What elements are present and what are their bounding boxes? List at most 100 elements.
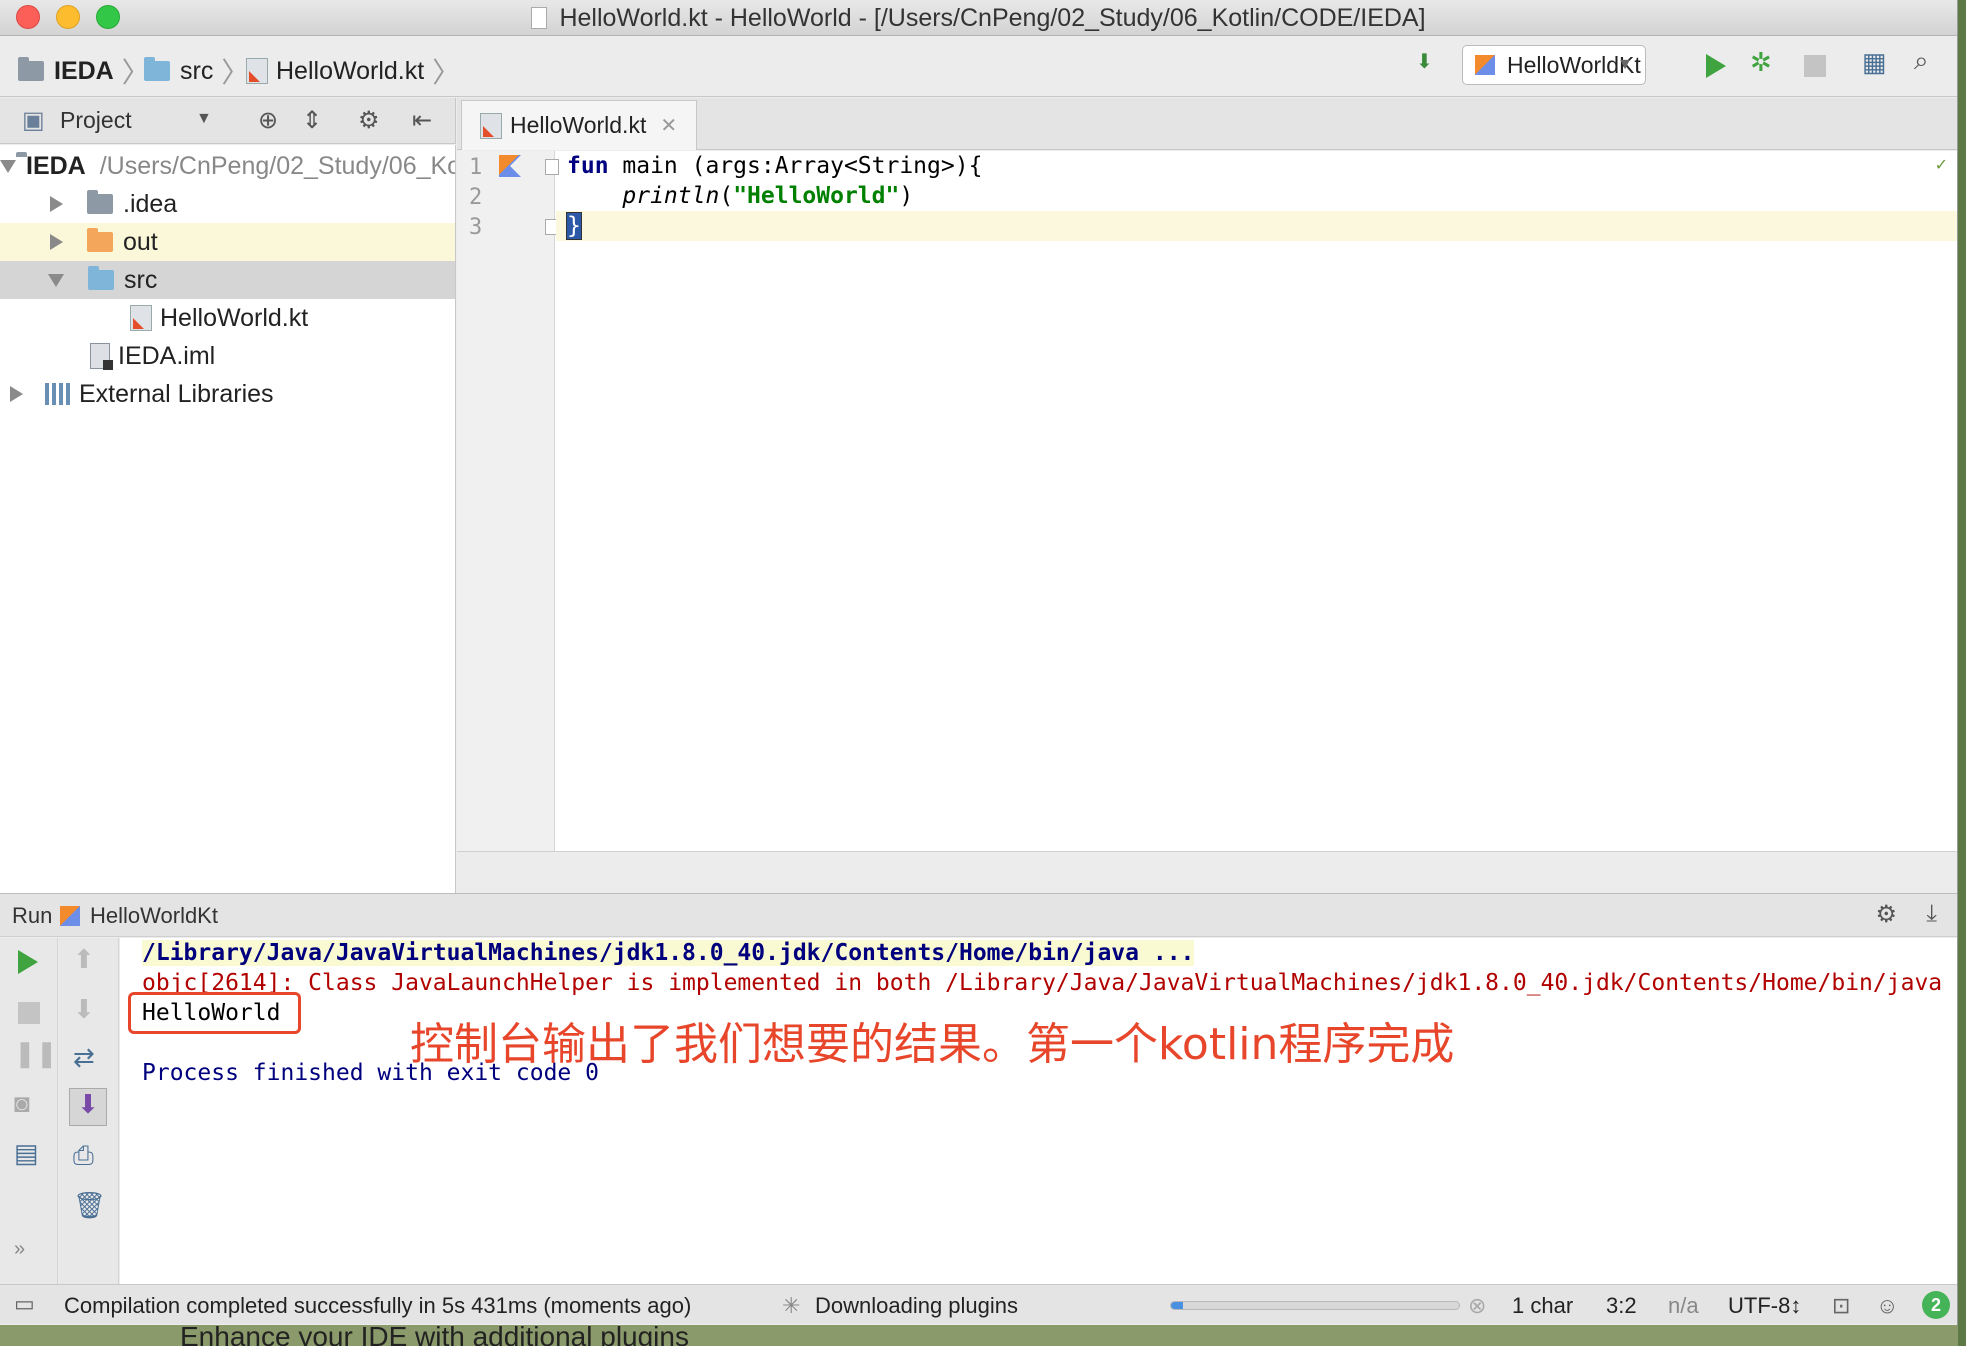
background-hint-text: Enhance your IDE with additional plugins: [180, 1325, 689, 1346]
stop-icon[interactable]: [18, 1002, 40, 1024]
kotlin-file-icon: [246, 58, 268, 84]
collapsed-arrow-icon[interactable]: [50, 234, 63, 250]
file-encoding[interactable]: UTF-8↕: [1728, 1293, 1801, 1319]
collapse-all-icon[interactable]: ⇕: [302, 106, 322, 135]
function-token: println: [622, 183, 720, 209]
tree-item-ieda-iml[interactable]: IEDA.iml: [0, 337, 455, 375]
folder-icon: [144, 57, 170, 81]
string-token: "HelloWorld": [733, 183, 900, 209]
collapsed-arrow-icon[interactable]: [50, 196, 63, 212]
lock-icon[interactable]: ⊡: [1832, 1293, 1850, 1319]
dropdown-arrow-icon[interactable]: ▼: [196, 110, 212, 128]
tree-item-src[interactable]: src: [0, 261, 455, 299]
selection-info: 1 char: [1512, 1293, 1574, 1318]
arrow-down-icon[interactable]: ⬇: [73, 994, 95, 1025]
notifications-badge[interactable]: 2: [1922, 1291, 1950, 1319]
arrow-up-icon[interactable]: ⬆: [73, 944, 95, 975]
navigation-bar: IEDA 〉 src 〉 HelloWorld.kt 〉 ⬇ HelloWorl…: [0, 37, 1957, 97]
project-view-select[interactable]: Project: [60, 107, 132, 134]
more-icon[interactable]: »: [14, 1238, 25, 1261]
tree-item-label: External Libraries: [79, 379, 274, 408]
title-bar: HelloWorld.kt - HelloWorld - [/Users/CnP…: [0, 0, 1957, 36]
tree-item-label: out: [123, 227, 158, 256]
excluded-folder-icon: [87, 228, 113, 252]
project-tree: IEDA /Users/CnPeng/02_Study/06_Kotlin/CO…: [0, 145, 456, 893]
tab-helloworld-kt[interactable]: HelloWorld.kt ✕: [461, 100, 697, 150]
folder-icon: [87, 190, 113, 214]
tree-item-ieda[interactable]: IEDA /Users/CnPeng/02_Study/06_Kotlin/CO…: [0, 147, 455, 185]
rerun-icon[interactable]: [18, 950, 38, 974]
code-line-1: fun main (args:Array<String>){: [567, 153, 982, 179]
inspector-icon[interactable]: ☺: [1876, 1293, 1898, 1319]
brace-token: }: [566, 212, 582, 240]
spinner-icon: ✳: [782, 1293, 801, 1318]
hide-panel-icon[interactable]: ⇤: [412, 106, 432, 135]
scroll-to-end-icon[interactable]: ⬇: [69, 1088, 107, 1126]
tree-item-label: IEDA: [26, 151, 86, 180]
console-command-line: /Library/Java/JavaVirtualMachines/jdk1.8…: [142, 940, 1195, 966]
hide-panel-icon[interactable]: ⤓: [1926, 900, 1937, 928]
tree-item-helloworld-kt[interactable]: HelloWorld.kt: [0, 299, 455, 337]
indent-token: [567, 183, 622, 209]
cancel-task-icon[interactable]: ⊗: [1468, 1293, 1486, 1319]
breadcrumb-project[interactable]: IEDA 〉: [18, 51, 150, 91]
run-console[interactable]: /Library/Java/JavaVirtualMachines/jdk1.8…: [120, 938, 1957, 1284]
expand-arrow-icon[interactable]: [48, 273, 64, 287]
gear-icon[interactable]: ⚙: [1875, 900, 1897, 929]
breadcrumb-file[interactable]: HelloWorld.kt 〉: [246, 51, 460, 91]
project-panel-header: ▣ Project ▼ ⊕ ⇕ ⚙ ⇤: [0, 98, 456, 144]
fold-marker-icon[interactable]: [545, 159, 559, 175]
output-highlight-box: [128, 992, 301, 1034]
scroll-from-source-icon[interactable]: ⊕: [258, 106, 278, 135]
inspection-ok-icon[interactable]: ✓: [1935, 155, 1948, 175]
kotlin-icon: [1475, 55, 1495, 75]
project-structure-icon[interactable]: ▦: [1862, 47, 1887, 78]
progress-fill: [1171, 1302, 1183, 1309]
run-icon[interactable]: [1706, 54, 1726, 78]
tree-item-out[interactable]: out: [0, 223, 455, 261]
sort-binary-icon[interactable]: ⬇: [1416, 49, 1433, 74]
debug-icon[interactable]: ✲: [1750, 47, 1772, 78]
breadcrumb-src[interactable]: src 〉: [144, 51, 249, 91]
keyword-token: fun: [567, 153, 609, 179]
trash-icon[interactable]: 🗑: [73, 1190, 106, 1221]
code-token: main (args:Array<String>){: [608, 153, 983, 179]
breadcrumb-label: HelloWorld.kt: [276, 56, 425, 85]
caret-position[interactable]: 3:2: [1606, 1293, 1637, 1319]
annotation-text: 控制台输出了我们想要的结果。第一个kotlin程序完成: [410, 1019, 1455, 1070]
gear-icon[interactable]: ⚙: [358, 106, 380, 135]
status-message[interactable]: Compilation completed successfully in 5s…: [64, 1293, 691, 1319]
tree-item-path: /Users/CnPeng/02_Study/06_Kotlin/CODE/IE…: [99, 151, 455, 180]
tree-item-external-libraries[interactable]: External Libraries: [0, 375, 455, 413]
current-line-highlight: [556, 211, 1957, 241]
chevron-right-icon: 〉: [432, 57, 461, 88]
run-config-label: HelloWorldKt: [90, 903, 218, 928]
code-line-3: }: [566, 212, 582, 240]
pause-icon[interactable]: ❚❚: [14, 1038, 58, 1069]
run-gutter-kotlin-icon[interactable]: [499, 155, 521, 177]
camera-icon[interactable]: ◙: [14, 1088, 30, 1119]
line-separator[interactable]: n/a: [1668, 1293, 1699, 1319]
layout-icon[interactable]: ▤: [14, 1138, 39, 1169]
print-icon[interactable]: ⎙: [73, 1140, 94, 1172]
run-configuration-select[interactable]: HelloWorldKt ▼: [1462, 45, 1646, 85]
tree-item-label: HelloWorld.kt: [160, 303, 309, 332]
tool-windows-icon[interactable]: ▭: [14, 1291, 35, 1317]
code-line-2: println("HelloWorld"): [567, 183, 913, 209]
line-number: 3: [469, 215, 483, 240]
collapsed-arrow-icon[interactable]: [10, 386, 23, 402]
tree-item-label: .idea: [123, 189, 178, 218]
stop-icon[interactable]: [1804, 55, 1826, 77]
iml-file-icon: [90, 343, 113, 370]
run-toolbar-primary: ❚❚ ◙ ▤ »: [0, 938, 58, 1284]
window-title: HelloWorld.kt - HelloWorld - [/Users/CnP…: [0, 4, 1957, 33]
close-tab-icon[interactable]: ✕: [660, 113, 677, 138]
editor-gutter: 1 2 3: [457, 151, 559, 851]
breadcrumb-label: IEDA: [54, 56, 114, 85]
search-icon[interactable]: ⌕: [1914, 45, 1929, 77]
tree-item-idea[interactable]: .idea: [0, 185, 455, 223]
expand-arrow-icon[interactable]: [0, 159, 16, 173]
background-task-label[interactable]: Downloading plugins: [815, 1293, 1018, 1319]
soft-wrap-icon[interactable]: ⇄: [73, 1042, 95, 1073]
code-editor[interactable]: 1 2 3 fun main (args:Array<String>){ pri…: [457, 151, 1957, 851]
